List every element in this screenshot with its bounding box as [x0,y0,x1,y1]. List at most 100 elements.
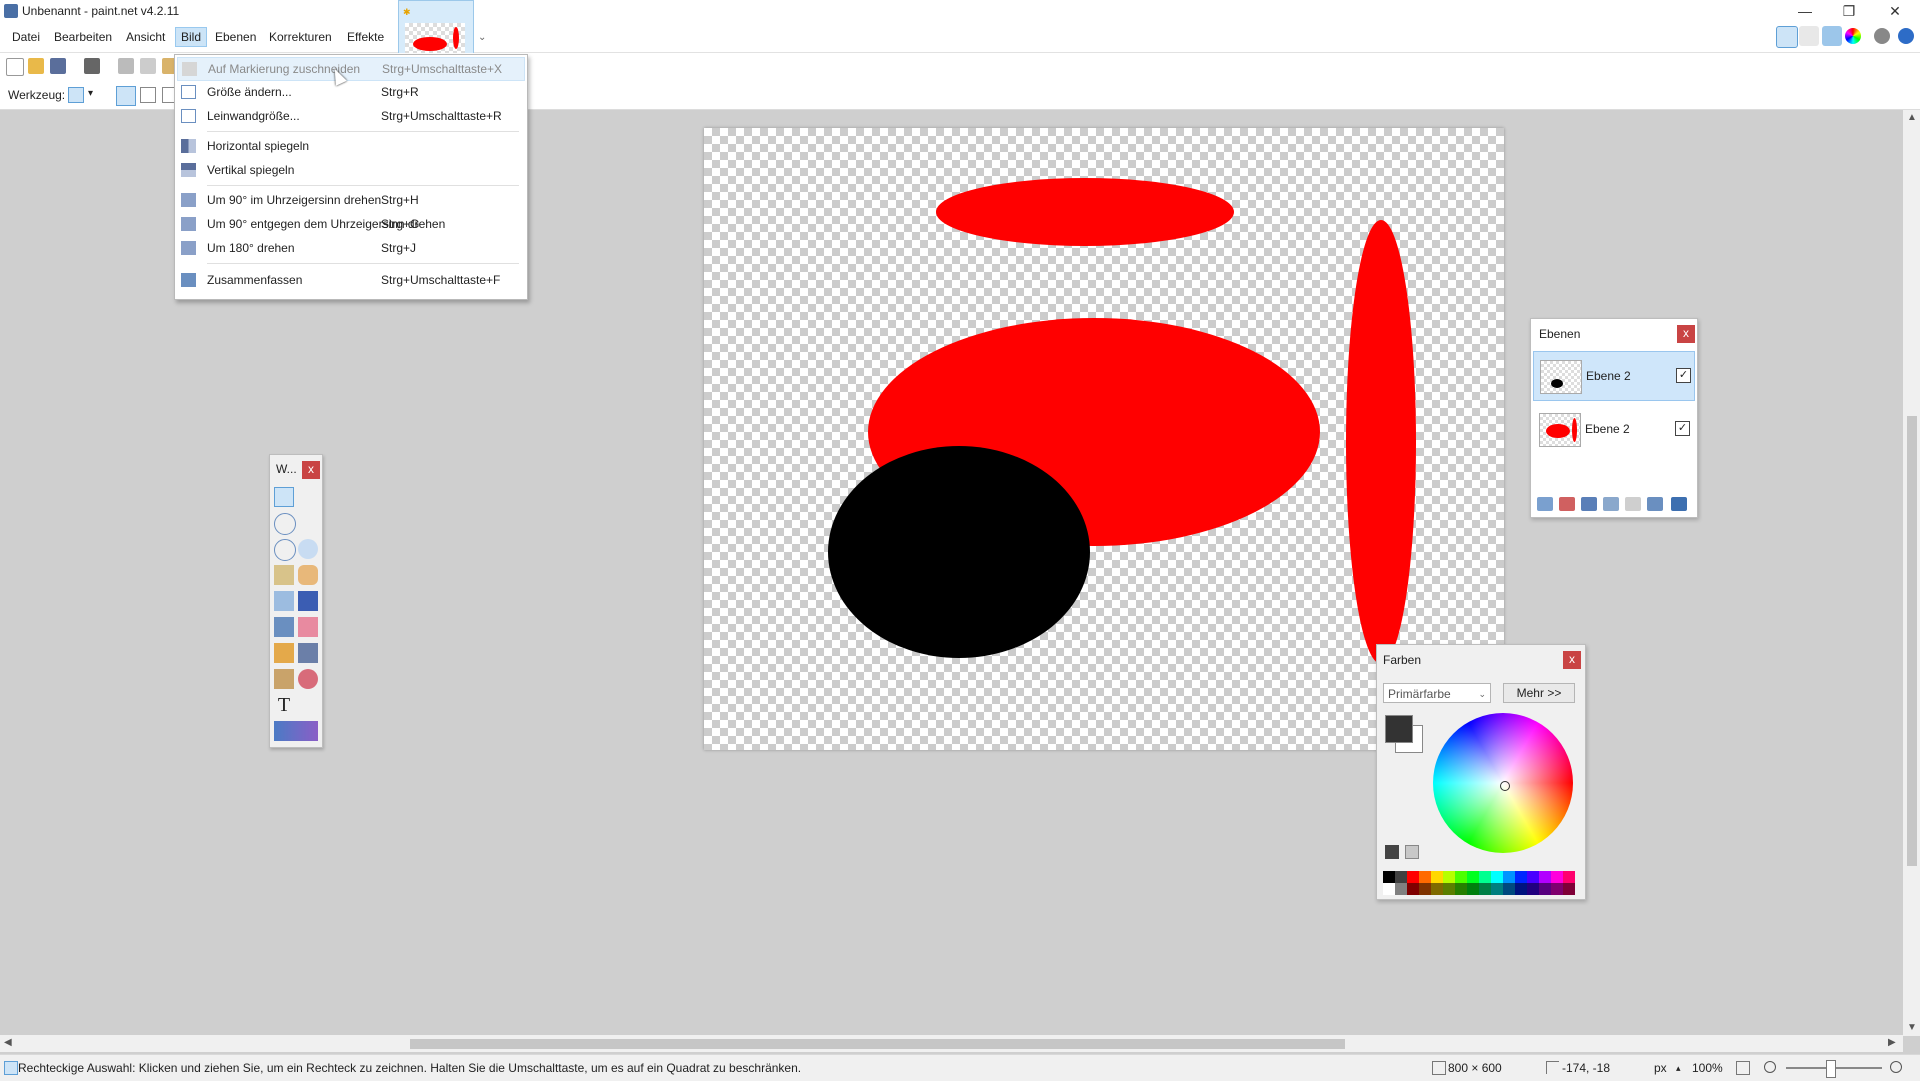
scroll-left-icon[interactable]: ◀ [4,1037,12,1048]
horizontal-scroll-thumb[interactable] [410,1039,1345,1049]
palette-swatch[interactable] [1479,871,1491,883]
magic-wand-tool-icon[interactable] [274,565,294,585]
open-folder-icon[interactable] [28,58,44,74]
palette-swatch[interactable] [1491,883,1503,895]
color-wheel-cursor[interactable] [1500,781,1510,791]
paintbrush-tool-icon[interactable] [274,617,294,637]
palette-swatch[interactable] [1491,871,1503,883]
zoom-tool-icon[interactable] [298,539,318,559]
tools-toggle-icon[interactable] [1776,26,1798,48]
paint-bucket-tool-icon[interactable] [274,591,294,611]
menu-layers[interactable]: Ebenen [210,28,261,46]
palette-swatch[interactable] [1479,883,1491,895]
palette-swatch[interactable] [1515,883,1527,895]
color-target-select[interactable]: Primärfarbe ⌄ [1383,683,1491,703]
copy-icon[interactable] [140,58,156,74]
lasso-select-tool-icon[interactable] [274,513,296,535]
colors-toggle-icon[interactable] [1845,28,1861,44]
zoom-out-icon[interactable] [1764,1061,1776,1073]
selection-mode-replace-icon[interactable] [116,86,136,106]
menu-file[interactable]: Datei [7,28,45,46]
menu-view[interactable]: Ansicht [121,28,170,46]
close-button[interactable]: ✕ [1872,0,1918,22]
print-icon[interactable] [84,58,100,74]
menu-item-canvas-size[interactable]: Leinwandgröße... Strg+Umschalttaste+R [177,105,523,127]
menu-item-rotate-90-ccw[interactable]: Um 90° entgegen dem Uhrzeigersinn drehen… [177,213,523,235]
menu-item-flip-horizontal[interactable]: Horizontal spiegeln [177,135,523,157]
menu-item-resize[interactable]: Größe ändern... Strg+R [177,81,523,103]
palette-swatch[interactable] [1395,871,1407,883]
palette-swatch[interactable] [1383,871,1395,883]
palette-swatch[interactable] [1383,883,1395,895]
palette-swatch[interactable] [1539,883,1551,895]
new-file-icon[interactable] [6,58,24,76]
ellipse-select-tool-icon[interactable] [274,539,296,561]
palette-swatch[interactable] [1563,883,1575,895]
layers-close-button[interactable]: x [1677,325,1695,343]
history-toggle-icon[interactable] [1799,26,1819,46]
scroll-up-icon[interactable]: ▲ [1907,112,1917,123]
scroll-down-icon[interactable]: ▼ [1907,1022,1917,1033]
settings-gear-icon[interactable] [1874,28,1890,44]
palette-swatch[interactable] [1407,883,1419,895]
palette-swatch[interactable] [1443,871,1455,883]
palette-swatch[interactable] [1539,871,1551,883]
image-tab[interactable]: ✱ [398,0,474,54]
pan-tool-icon[interactable] [298,565,318,585]
selection-mode-union-icon[interactable] [140,87,156,103]
move-selection-tool-icon[interactable] [298,513,318,533]
palette-swatch[interactable] [1551,871,1563,883]
color-picker-tool-icon[interactable] [298,643,318,663]
layer-visibility-checkbox[interactable]: ✓ [1676,368,1691,383]
pencil-tool-icon[interactable] [274,643,294,663]
move-layer-up-icon[interactable] [1625,497,1641,511]
vertical-scrollbar[interactable]: ▲ ▼ [1903,110,1920,1036]
move-selected-tool-icon[interactable] [298,487,318,507]
add-layer-icon[interactable] [1537,497,1553,511]
gradient-tool-icon[interactable] [298,591,318,611]
palette-swatch[interactable] [1395,883,1407,895]
layer-visibility-checkbox[interactable]: ✓ [1675,421,1690,436]
maximize-button[interactable]: ❐ [1826,0,1872,22]
zoom-to-window-icon[interactable] [1736,1061,1750,1075]
palette-swatch[interactable] [1455,883,1467,895]
palette-swatch[interactable] [1515,871,1527,883]
horizontal-scrollbar[interactable]: ◀ ▶ [0,1035,1903,1052]
menu-item-flip-vertical[interactable]: Vertikal spiegeln [177,159,523,181]
shapes-tool-icon[interactable] [274,721,318,741]
palette-swatch[interactable] [1419,871,1431,883]
tool-dropdown-icon[interactable]: ▾ [88,88,93,99]
clone-stamp-tool-icon[interactable] [274,669,294,689]
menu-image[interactable]: Bild [175,27,208,47]
rectangle-select-tool-icon[interactable] [274,487,294,507]
palette-swatch[interactable] [1527,883,1539,895]
palette-swatch[interactable] [1419,883,1431,895]
reset-colors-icon[interactable] [1385,845,1399,859]
menu-effects[interactable]: Effekte [342,28,389,46]
menu-edit[interactable]: Bearbeiten [49,28,117,46]
recolor-tool-icon[interactable] [298,669,318,689]
chevron-up-icon[interactable]: ▴ [1676,1063,1681,1074]
palette-swatch[interactable] [1503,871,1515,883]
palette-swatch[interactable] [1527,871,1539,883]
scroll-right-icon[interactable]: ▶ [1888,1037,1896,1048]
help-icon[interactable] [1898,28,1914,44]
palette-swatch[interactable] [1563,871,1575,883]
palette-swatch[interactable] [1431,883,1443,895]
palette-swatch[interactable] [1467,883,1479,895]
palette-menu-icon[interactable] [1405,845,1419,859]
cut-icon[interactable] [118,58,134,74]
more-colors-button[interactable]: Mehr >> [1503,683,1575,703]
palette-swatch[interactable] [1431,871,1443,883]
menu-adjustments[interactable]: Korrekturen [264,28,337,46]
duplicate-layer-icon[interactable] [1581,497,1597,511]
eraser-tool-icon[interactable] [298,617,318,637]
palette-swatch[interactable] [1455,871,1467,883]
palette-swatch[interactable] [1443,883,1455,895]
menu-item-flatten[interactable]: Zusammenfassen Strg+Umschalttaste+F [177,269,523,291]
zoom-slider-handle[interactable] [1826,1060,1836,1078]
vertical-scroll-thumb[interactable] [1907,416,1917,866]
tab-list-dropdown-icon[interactable]: ⌄ [478,32,486,43]
colors-close-button[interactable]: x [1563,651,1581,669]
line-curve-tool-icon[interactable] [298,695,318,715]
